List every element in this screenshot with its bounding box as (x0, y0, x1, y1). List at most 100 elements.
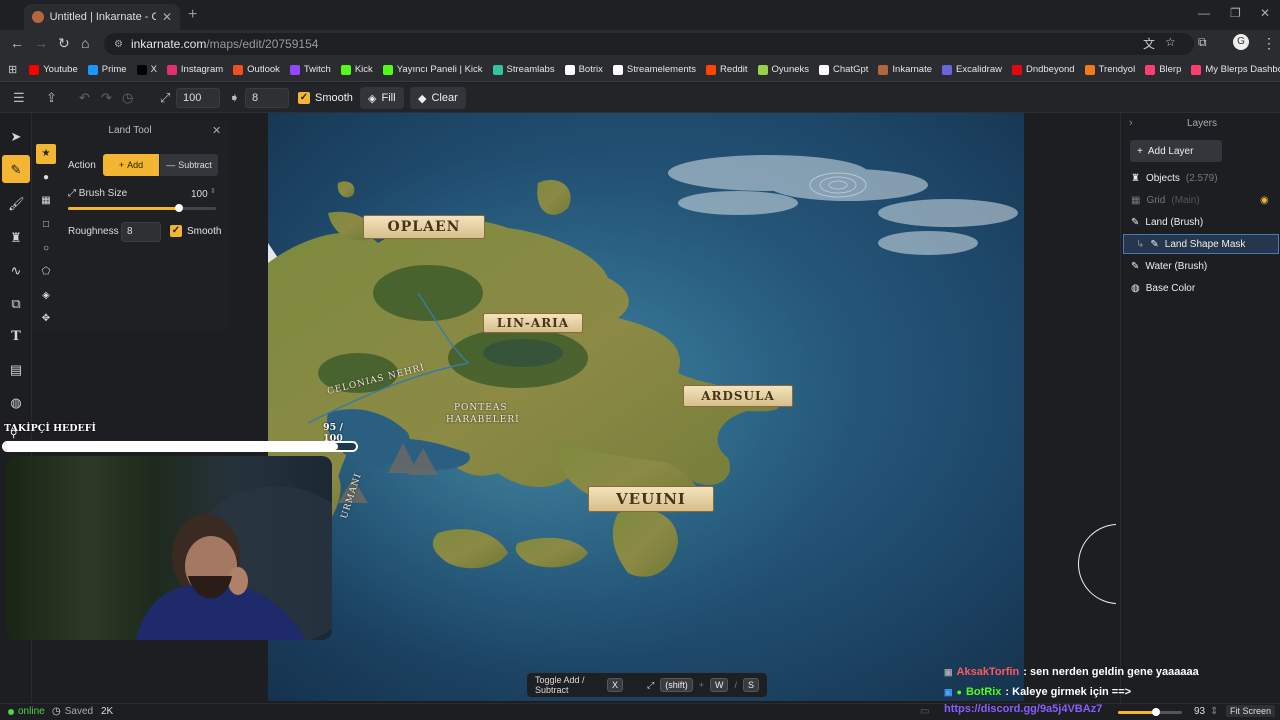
land-tool-icon[interactable]: ✎ (8, 162, 24, 178)
browser-tab[interactable]: Untitled | Inkarnate - Create Fa ✕ (24, 4, 180, 30)
bookmark-item[interactable]: Reddit (706, 64, 748, 75)
collapse-panel-icon[interactable]: › (1129, 117, 1133, 129)
text-tool-icon[interactable]: T (8, 329, 24, 345)
brush-size-input[interactable]: 100 (176, 88, 220, 108)
castle-stamp-icon[interactable]: ♜ (8, 230, 24, 246)
square-shape-icon[interactable]: □ (38, 217, 54, 233)
bookmark-item[interactable]: Oyuneks (757, 64, 809, 75)
notes-icon[interactable]: ▤ (8, 362, 24, 378)
resize-icon: ⤢ (68, 188, 79, 199)
bookmark-item[interactable]: Blerp (1145, 64, 1181, 75)
bookmark-item[interactable]: Streamelements (612, 64, 696, 75)
url-omnibox[interactable]: ⚙ inkarnate.com/maps/edit/20759154 (104, 33, 1194, 55)
bookmark-item[interactable]: Instagram (166, 64, 223, 75)
clear-button[interactable]: ◆ Clear (410, 87, 466, 109)
pentagon-shape-icon[interactable]: ⬠ (38, 264, 54, 280)
roughness-input[interactable]: 8 (121, 222, 161, 242)
bookmark-label: My Blerps Dashboard (1205, 64, 1280, 75)
brush-size-slider[interactable] (68, 204, 216, 212)
bookmark-item[interactable]: Excalidraw (942, 64, 1002, 75)
circle-shape-icon[interactable]: ○ (38, 241, 54, 257)
select-pointer-icon[interactable]: ➤ (8, 129, 24, 145)
map-label-ardsula: ARDSULA (683, 385, 793, 407)
bookmark-item[interactable]: Twitch (289, 64, 331, 75)
history-icon[interactable]: ◷ (122, 90, 133, 106)
fill-button[interactable]: ◈ Fill (360, 87, 404, 109)
restore-icon[interactable]: ❐ (1230, 6, 1241, 20)
add-button[interactable]: + Add (103, 154, 159, 176)
bookmark-item[interactable]: ChatGpt (819, 64, 868, 75)
undo-icon[interactable]: ↶ (79, 90, 90, 106)
panel-smooth-toggle[interactable]: ✓ Smooth (170, 225, 221, 237)
browser-menu-icon[interactable]: ⋮ (1262, 35, 1276, 52)
close-window-icon[interactable]: ✕ (1260, 6, 1270, 20)
hamburger-menu-icon[interactable]: ☰ (13, 90, 25, 106)
layer-grid[interactable]: ▦ Grid (Main) ◉ (1123, 190, 1279, 210)
site-info-icon[interactable]: ⚙ (114, 39, 123, 50)
forward-icon[interactable]: → (34, 35, 48, 51)
profile-avatar[interactable]: G (1233, 34, 1249, 50)
fit-screen-button[interactable]: Fit Screen (1226, 705, 1276, 717)
bookmark-item[interactable]: Botrix (564, 64, 603, 75)
layer-base-color[interactable]: ◍ Base Color (1123, 278, 1279, 298)
screen-icon[interactable]: ▭ (920, 706, 929, 717)
minimize-icon[interactable]: — (1198, 6, 1210, 20)
plus-icon: + (1137, 145, 1143, 157)
brush-icon[interactable]: 🖌 (8, 196, 25, 212)
bookmark-label: Trendyol (1098, 64, 1136, 75)
layer-water-brush[interactable]: ✎ Water (Brush) (1123, 256, 1279, 276)
smooth-toggle[interactable]: ✓ Smooth (290, 87, 361, 109)
reload-icon[interactable]: ↻ (58, 35, 70, 52)
spin-arrows-icon[interactable]: ⇕ (210, 187, 216, 195)
verified-badge-icon: ● (956, 687, 962, 697)
export-icon[interactable]: ⇪ (46, 90, 57, 106)
bookmark-star-icon[interactable]: ☆ (1165, 35, 1176, 49)
add-label: Add (127, 160, 144, 170)
rotation-input[interactable]: 8 (245, 88, 289, 108)
tab-close-icon[interactable]: ✕ (162, 10, 172, 24)
brush-size-slider-knob[interactable] (175, 204, 183, 212)
layer-land-brush[interactable]: ✎ Land (Brush) (1123, 212, 1279, 232)
add-layer-label: Add Layer (1147, 145, 1194, 157)
bookmark-item[interactable]: Streamlabs (492, 64, 555, 75)
bucket-fill-icon[interactable]: ◈ (38, 288, 54, 304)
map-canvas[interactable]: OPLAEN LIN-ARIA ARDSULA VEUINI CELONIAS … (268, 113, 1024, 701)
back-icon[interactable]: ← (10, 35, 24, 51)
star-shape-icon[interactable]: ★ (36, 144, 56, 164)
translate-icon[interactable]: 文 (1143, 35, 1155, 52)
apps-grid-icon[interactable]: ⊞ (8, 63, 17, 76)
bookmark-item[interactable]: Dndbeyond (1011, 64, 1075, 75)
resolution-badge[interactable]: 2K (101, 706, 113, 717)
subtract-button[interactable]: — Subtract (160, 154, 218, 176)
shapes-icon[interactable]: ⧉ (8, 296, 24, 312)
close-panel-icon[interactable]: ✕ (212, 124, 221, 137)
zoom-stepper-icon[interactable]: ⇕ (1210, 706, 1218, 717)
layer-land-shape-mask[interactable]: ↳ ✎ Land Shape Mask (1123, 234, 1279, 254)
chat-username: AksakTorfin (956, 666, 1020, 678)
bookmark-item[interactable]: X (136, 64, 157, 75)
zoom-slider-knob[interactable] (1152, 708, 1161, 716)
grid-brush-icon[interactable]: ▦ (38, 193, 54, 209)
extensions-icon[interactable]: ⧉ (1198, 35, 1207, 50)
path-icon[interactable]: ∿ (8, 263, 24, 279)
move-tool-icon[interactable]: ✥ (38, 311, 54, 327)
zoom-slider[interactable] (1118, 708, 1182, 716)
redo-icon[interactable]: ↷ (101, 90, 112, 106)
bookmark-item[interactable]: Inkarnate (878, 64, 932, 75)
hidden-eye-icon[interactable]: ◉ (1260, 195, 1269, 206)
layer-objects[interactable]: ♜ Objects (2.579) (1123, 168, 1279, 188)
chat-link[interactable]: https://discord.gg/9a5j4VBAz7 (944, 703, 1102, 715)
add-layer-button[interactable]: + Add Layer (1130, 140, 1222, 162)
bookmark-item[interactable]: Yayıncı Paneli | Kick (382, 64, 483, 75)
bookmark-item[interactable]: Kick (340, 64, 373, 75)
bookmark-item[interactable]: Outlook (233, 64, 280, 75)
bookmark-item[interactable]: Trendyol (1084, 64, 1136, 75)
circle-brush-icon[interactable]: ● (38, 170, 54, 186)
new-tab-button[interactable]: + (188, 6, 197, 24)
bookmark-item[interactable]: My Blerps Dashboard (1191, 64, 1280, 75)
bookmark-item[interactable]: Youtube (29, 64, 78, 75)
bookmark-favicon-icon (233, 64, 244, 75)
home-icon[interactable]: ⌂ (81, 35, 89, 51)
bookmark-item[interactable]: Prime (87, 64, 127, 75)
globe-icon[interactable]: ◍ (8, 395, 24, 411)
